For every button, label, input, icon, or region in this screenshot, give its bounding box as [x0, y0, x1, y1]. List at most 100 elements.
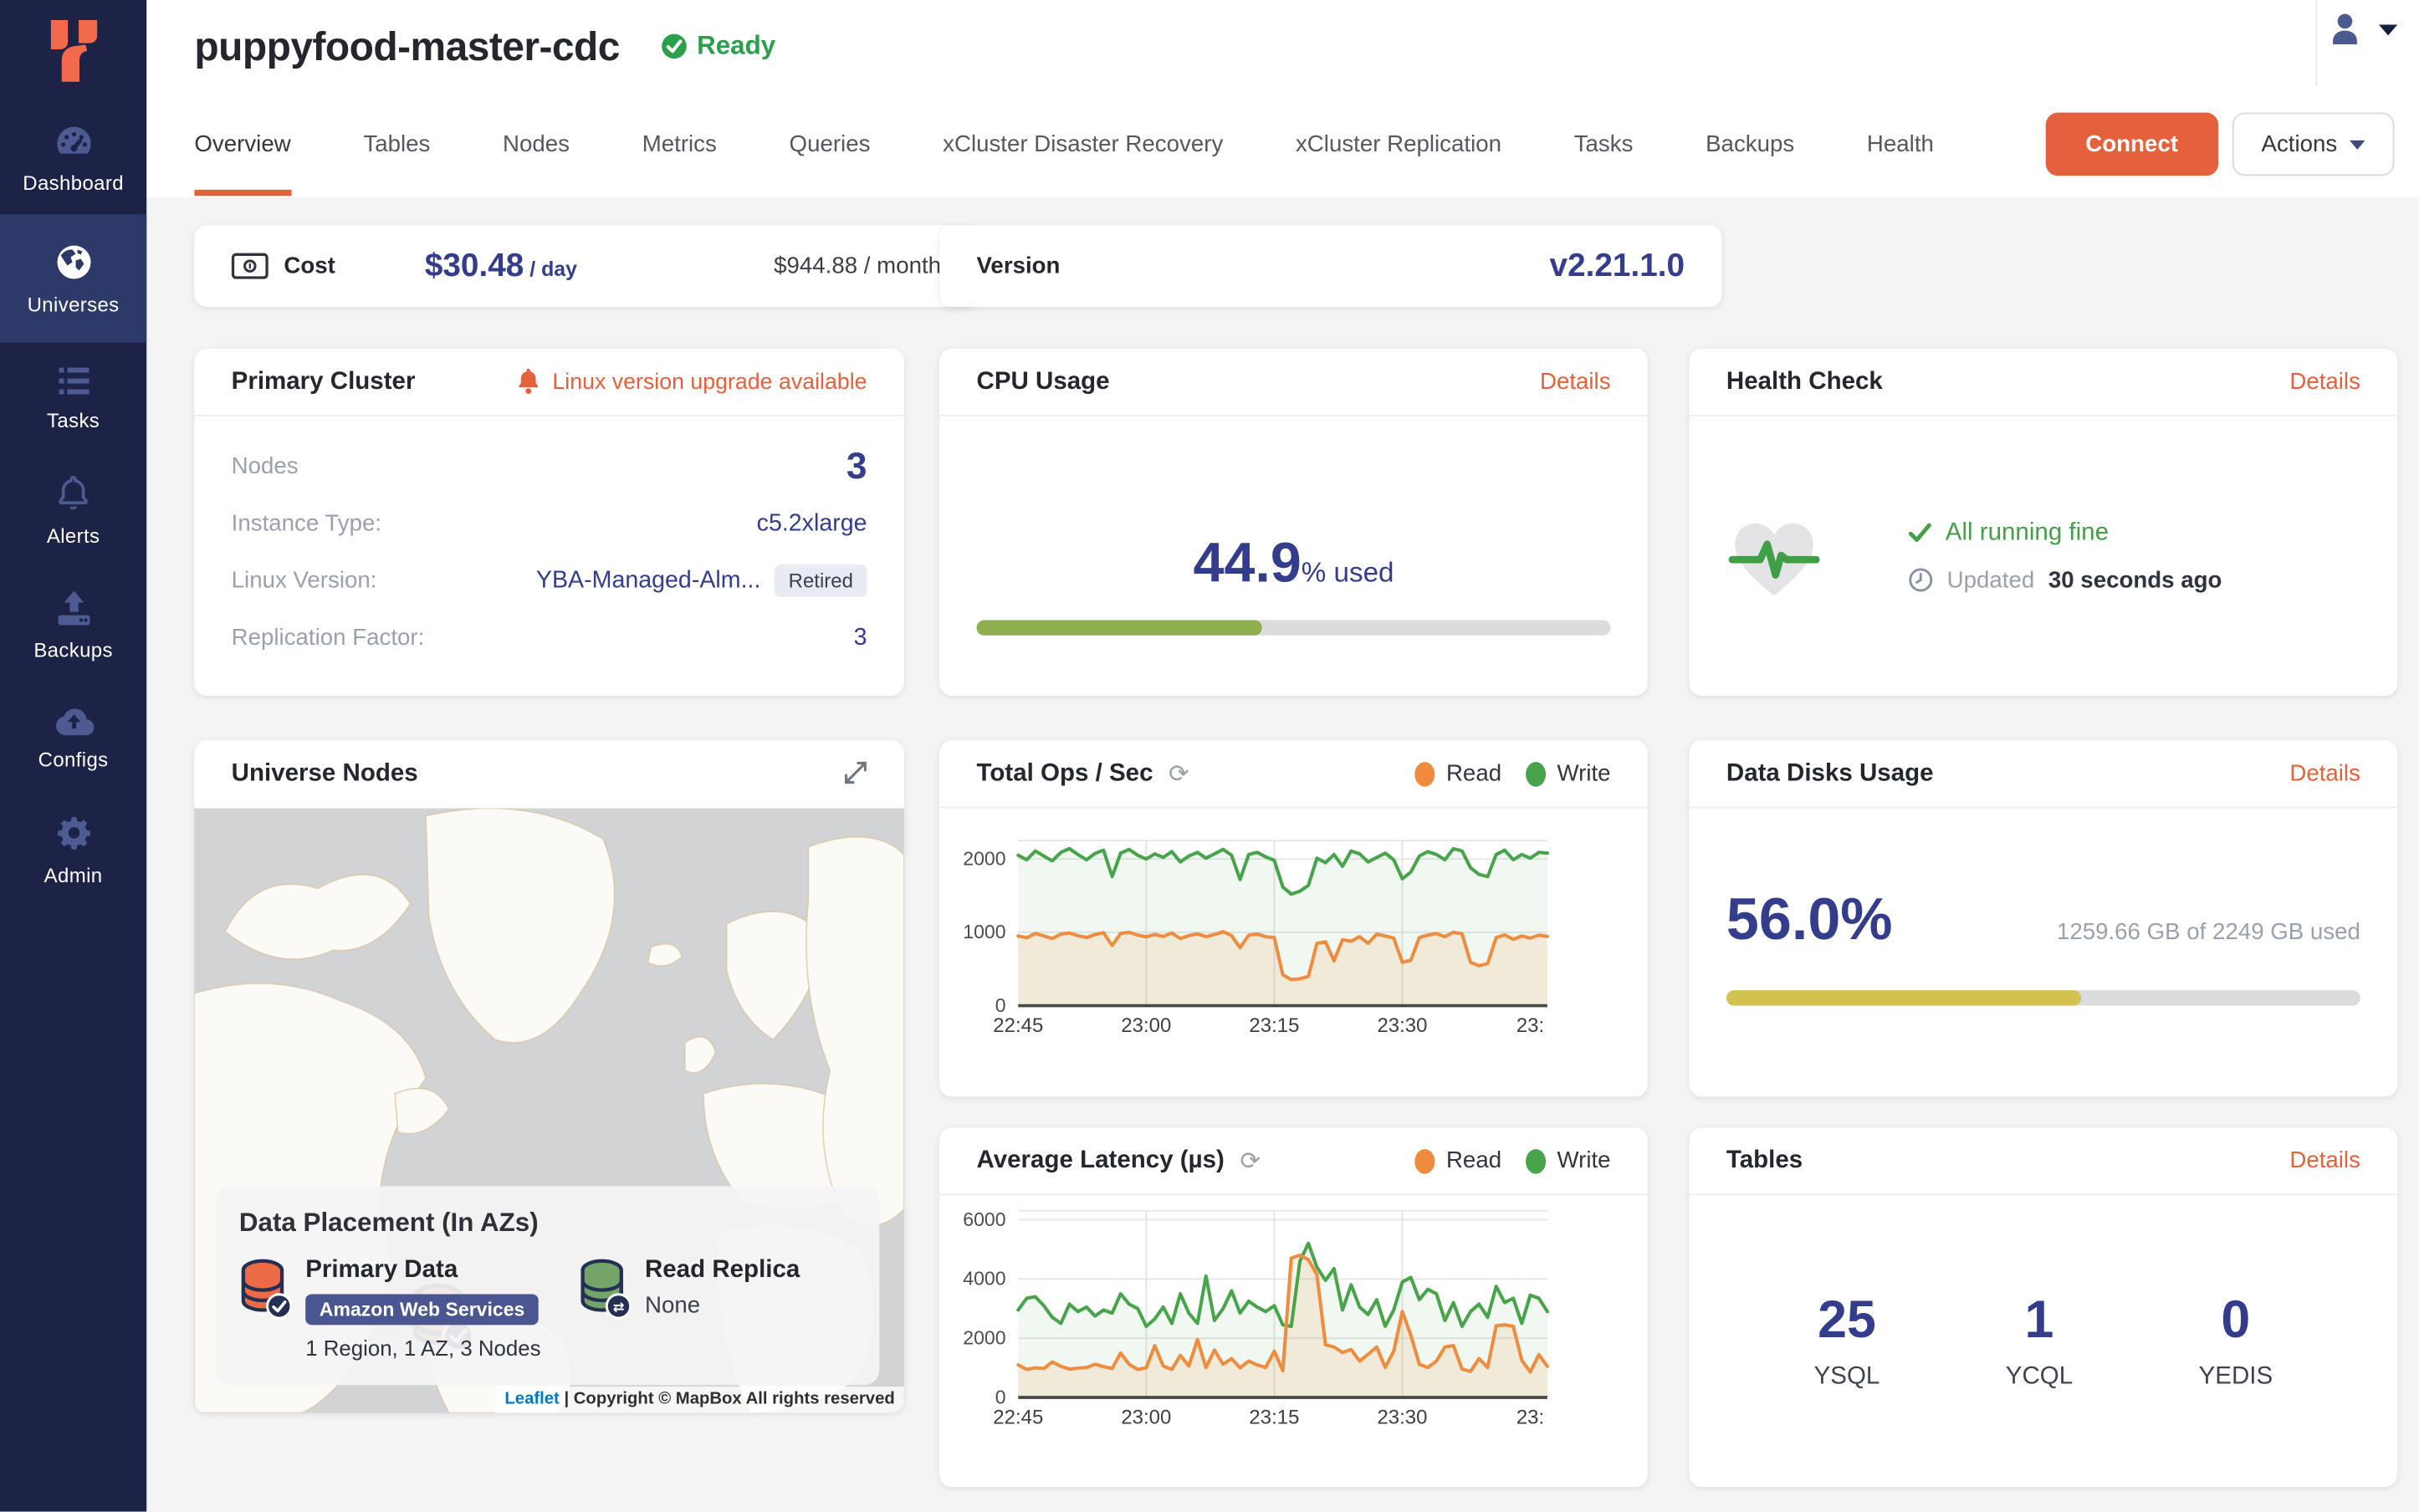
money-icon — [232, 253, 268, 278]
disks-details-link[interactable]: Details — [2289, 760, 2360, 786]
cluster-row: Instance Type:c5.2xlarge — [232, 495, 867, 552]
svg-text:23:30: 23:30 — [1377, 1406, 1427, 1428]
tables-details-link[interactable]: Details — [2289, 1147, 2360, 1173]
status-text: Ready — [697, 31, 775, 62]
svg-text:6000: 6000 — [963, 1208, 1005, 1230]
tables-card: Tables Details 25YSQL 1YCQL 0YEDIS — [1690, 1127, 2398, 1487]
user-menu-caret-icon[interactable] — [2379, 24, 2397, 35]
actions-button[interactable]: Actions — [2232, 113, 2394, 176]
health-status-text: All running fine — [1946, 519, 2109, 547]
health-check-title: Health Check — [1726, 368, 1883, 396]
cloud-upload-icon — [52, 703, 95, 738]
cluster-row-label: Replication Factor: — [232, 625, 425, 651]
svg-text:23:: 23: — [1516, 1014, 1544, 1037]
cluster-row-label: Linux Version: — [232, 568, 377, 594]
table-stat-ycql: 1YCQL — [2006, 1291, 2073, 1392]
health-updated-value: 30 seconds ago — [2048, 567, 2222, 593]
refresh-icon[interactable]: ⟳ — [1169, 759, 1189, 789]
cost-card: Cost $30.48 / day $944.88 / month — [194, 225, 978, 307]
data-placement-panel: Data Placement (In AZs) — [216, 1186, 879, 1385]
svg-text:4000: 4000 — [963, 1268, 1005, 1290]
cost-per-day: $30.48 / day — [425, 248, 577, 284]
table-stat-value: 0 — [2199, 1291, 2273, 1351]
sidebar-item-label: Dashboard — [23, 171, 124, 195]
world-map[interactable]: Data Placement (In AZs) — [194, 808, 903, 1412]
cluster-row-label: Instance Type: — [232, 510, 381, 536]
cpu-usage-card: CPU Usage Details 44.9% used — [939, 349, 1648, 696]
cluster-row-label: Nodes — [232, 453, 299, 479]
sidebar-item-tasks[interactable]: Tasks — [0, 342, 146, 452]
sidebar-item-admin[interactable]: Admin — [0, 791, 146, 907]
tab-nodes[interactable]: Nodes — [503, 93, 570, 197]
tab-xcluster-replication[interactable]: xCluster Replication — [1296, 93, 1501, 197]
total-ops-card: Total Ops / Sec ⟳ ReadWrite 01000200022:… — [939, 740, 1648, 1096]
upgrade-alert-text: Linux version upgrade available — [552, 370, 867, 395]
task-list-icon — [54, 364, 94, 398]
legend-dot-icon — [1527, 761, 1547, 786]
universe-nodes-title: Universe Nodes — [232, 760, 418, 788]
cluster-row: Linux Version: YBA-Managed-Alm...Retired — [232, 552, 867, 609]
actions-caret-icon — [2350, 140, 2365, 149]
content-area: Cost $30.48 / day $944.88 / month Versio… — [146, 197, 2419, 1511]
tab-tasks[interactable]: Tasks — [1574, 93, 1634, 197]
upgrade-alert[interactable]: Linux version upgrade available — [515, 367, 867, 396]
tab-overview[interactable]: Overview — [194, 93, 290, 197]
clock-icon — [1909, 568, 1934, 593]
sidebar-item-dashboard[interactable]: Dashboard — [0, 102, 146, 215]
check-circle-icon — [660, 33, 688, 60]
sidebar-item-alerts[interactable]: Alerts — [0, 452, 146, 567]
svg-text:23:15: 23:15 — [1249, 1014, 1299, 1037]
attribution-text: | Copyright © MapBox All rights reserved — [560, 1390, 895, 1408]
yugabyte-logo-icon[interactable] — [0, 0, 146, 102]
tab-metrics[interactable]: Metrics — [642, 93, 717, 197]
version-card: Version v2.21.1.0 — [939, 225, 1721, 307]
tables-title: Tables — [1726, 1147, 1803, 1174]
table-stat-yedis: 0YEDIS — [2199, 1291, 2273, 1392]
health-updated: Updated 30 seconds ago — [1909, 567, 2222, 593]
health-status: All running fine — [1909, 519, 2222, 547]
connect-button[interactable]: Connect — [2045, 113, 2218, 176]
svg-text:2000: 2000 — [963, 1327, 1005, 1349]
svg-text:23:00: 23:00 — [1121, 1014, 1171, 1037]
sidebar-item-configs[interactable]: Configs — [0, 682, 146, 791]
sidebar-item-label: Tasks — [47, 409, 100, 432]
tab-tables[interactable]: Tables — [363, 93, 430, 197]
tab-xcluster-disaster-recovery[interactable]: xCluster Disaster Recovery — [943, 93, 1223, 197]
refresh-icon[interactable]: ⟳ — [1240, 1145, 1261, 1176]
data-disks-title: Data Disks Usage — [1726, 759, 1934, 787]
check-icon — [1909, 523, 1932, 543]
table-stat-value: 25 — [1814, 1291, 1880, 1351]
sidebar-item-label: Universes — [28, 293, 120, 316]
table-stat-ysql: 25YSQL — [1814, 1291, 1880, 1392]
health-details-link[interactable]: Details — [2289, 369, 2360, 395]
legend-read: Read — [1415, 1147, 1501, 1173]
latency-chart: 020004000600022:4523:0023:1523:3023: — [939, 1195, 1648, 1487]
cluster-row-value: 3 — [846, 445, 867, 488]
disk-usage-text: 1259.66 GB of 2249 GB used — [2057, 919, 2360, 945]
health-check-card: Health Check Details All running fine — [1690, 349, 2398, 696]
tab-health[interactable]: Health — [1867, 93, 1934, 197]
svg-text:23:30: 23:30 — [1377, 1014, 1427, 1037]
sidebar-item-backups[interactable]: Backups — [0, 568, 146, 682]
disk-usage-percent: 56.0% — [1726, 888, 1893, 954]
tab-backups[interactable]: Backups — [1706, 93, 1794, 197]
cost-per-month: $944.88 / month — [774, 253, 941, 278]
cluster-row-value: YBA-Managed-Alm...Retired — [536, 564, 867, 597]
user-icon[interactable] — [2325, 9, 2365, 49]
primary-data-label: Primary Data — [305, 1257, 540, 1285]
leaflet-link[interactable]: Leaflet — [504, 1390, 559, 1408]
svg-text:23:: 23: — [1516, 1406, 1544, 1428]
expand-icon[interactable]: ⤢ — [844, 758, 867, 792]
svg-text:1000: 1000 — [963, 921, 1005, 942]
universe-nodes-card: Universe Nodes ⤢ — [194, 740, 903, 1412]
sidebar-item-universes[interactable]: Universes — [0, 214, 146, 342]
table-stat-value: 1 — [2006, 1291, 2073, 1351]
cpu-usage-value: 44.9% used — [939, 530, 1648, 595]
cpu-details-link[interactable]: Details — [1540, 369, 1611, 395]
svg-text:⇄: ⇄ — [613, 1300, 625, 1315]
svg-text:23:15: 23:15 — [1249, 1406, 1299, 1428]
tab-queries[interactable]: Queries — [790, 93, 871, 197]
version-value: v2.21.1.0 — [1550, 248, 1685, 284]
svg-text:22:45: 22:45 — [993, 1406, 1043, 1428]
legend-read: Read — [1415, 760, 1501, 786]
